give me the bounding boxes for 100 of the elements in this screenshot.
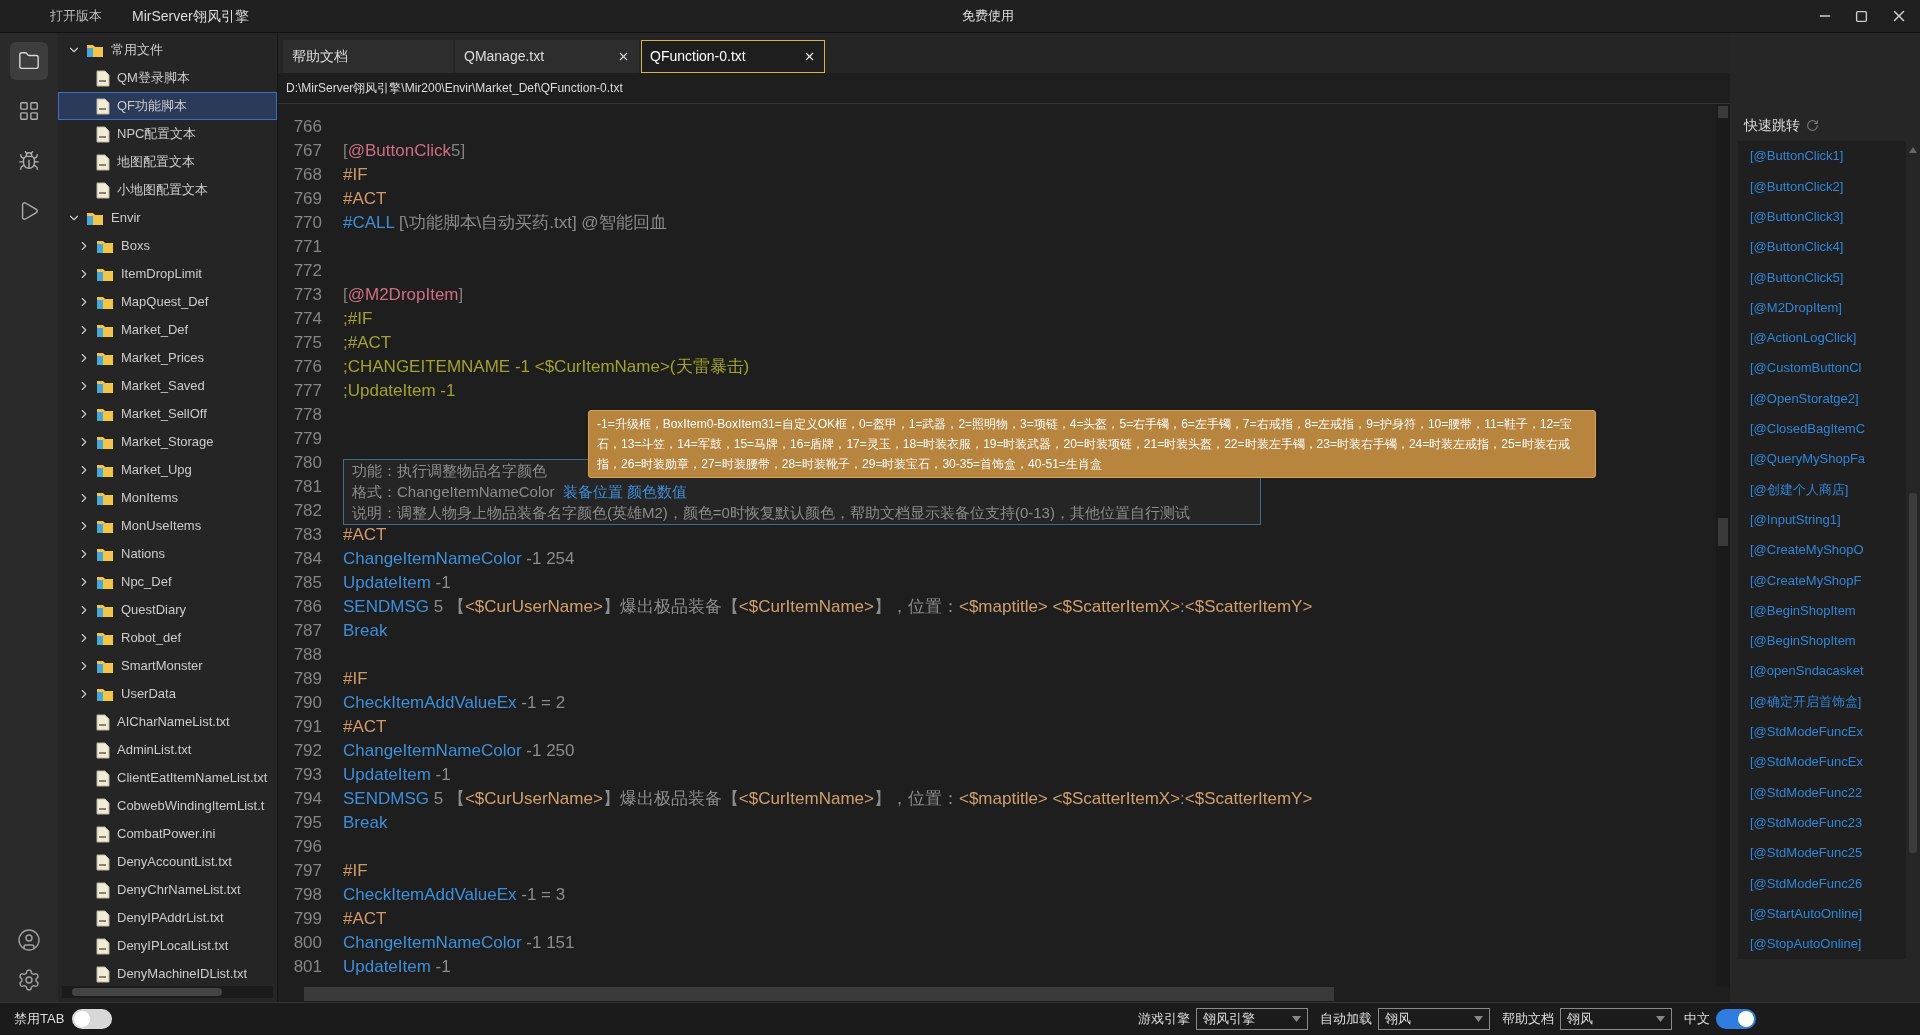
tree-item[interactable]: ItemDropLimit (58, 260, 277, 288)
tree-item[interactable]: MapQuest_Def (58, 288, 277, 316)
folder-icon (96, 406, 114, 422)
jump-link[interactable]: [@ActionLogClick] (1750, 328, 1857, 348)
tree-item[interactable]: MonUseItems (58, 512, 277, 540)
jump-link[interactable]: [@CreateMyShopF (1750, 570, 1862, 591)
tree-item[interactable]: DenyMachineIDList.txt (58, 960, 277, 986)
format-description: 格式：ChangeItemNameColor (352, 482, 555, 502)
tree-item[interactable]: Market_Upg (58, 456, 277, 484)
jump-link[interactable]: [@StdModeFunc22 (1750, 782, 1863, 803)
tree-item[interactable]: Envir (58, 204, 277, 232)
tree-item[interactable]: Market_Storage (58, 428, 277, 456)
jump-link[interactable]: [@ButtonClick3] (1750, 207, 1844, 227)
jump-link[interactable]: [@StopAutoOnline] (1750, 934, 1862, 954)
dropdown[interactable]: 翎风 (1560, 1008, 1672, 1030)
editor-tab[interactable]: QFunction-0.txt (641, 40, 825, 73)
tree-label: QF功能脚本 (117, 97, 188, 116)
jump-link[interactable]: [@StdModeFuncEx (1750, 722, 1863, 742)
caret-icon (1656, 1016, 1665, 1022)
tree-label: Nations (121, 545, 166, 564)
tree-item[interactable]: 小地图配置文本 (58, 176, 277, 204)
line-number: 771 (292, 236, 322, 259)
tree-item[interactable]: Market_Saved (58, 372, 277, 400)
tree-item[interactable]: Market_Def (58, 316, 277, 344)
tree-label: ClientEatItemNameList.txt (117, 769, 268, 788)
jump-link[interactable]: [@ButtonClick1] (1750, 146, 1844, 166)
tree-item[interactable]: 地图配置文本 (58, 148, 277, 176)
dropdown[interactable]: 翎风 (1378, 1008, 1490, 1030)
tree-item[interactable]: CobwebWindingItemList.t (58, 792, 277, 820)
jump-link[interactable]: [@openSndacasket (1750, 661, 1864, 681)
tree-item[interactable]: QM登录脚本 (58, 64, 277, 92)
tree-item[interactable]: AdminList.txt (58, 736, 277, 764)
tree-item[interactable]: DenyAccountList.txt (58, 848, 277, 876)
tree-item[interactable]: Nations (58, 540, 277, 568)
tree-item[interactable]: Npc_Def (58, 568, 277, 596)
tree-item[interactable]: Boxs (58, 232, 277, 260)
tree-item[interactable]: DenyIPLocalList.txt (58, 932, 277, 960)
tree-item[interactable]: MonItems (58, 484, 277, 512)
tree-item[interactable]: DenyChrNameList.txt (58, 876, 277, 904)
jump-link[interactable]: [@M2DropItem] (1750, 297, 1842, 318)
jump-link[interactable]: [@StartAutoOnline] (1750, 903, 1863, 924)
jump-link[interactable]: [@确定开启首饰盒] (1750, 691, 1862, 712)
code-line: [@ButtonClick5] (343, 140, 466, 163)
horizontal-scrollbar[interactable] (62, 986, 273, 998)
close-icon[interactable] (617, 50, 630, 63)
file-path: D:\MirServer翎风引擎\Mir200\Envir\Market_Def\QFunction-0.txt (285, 80, 624, 97)
tree-item[interactable]: QuestDiary (58, 596, 277, 624)
line-number: 777 (292, 380, 322, 403)
jump-link[interactable]: [@StdModeFunc25 (1750, 843, 1863, 863)
jump-link[interactable]: [@CustomButtonCl (1750, 358, 1862, 378)
jump-link[interactable]: [@InputString1] (1750, 509, 1841, 530)
settings-icon[interactable] (17, 968, 41, 992)
select-label: 自动加载 (1320, 1010, 1372, 1029)
tree-label: QuestDiary (121, 601, 187, 620)
refresh-icon[interactable] (1806, 119, 1819, 132)
jump-link[interactable]: [@BeginShopItem (1750, 600, 1856, 621)
jump-link[interactable]: [@ButtonClick4] (1750, 237, 1844, 257)
jump-link[interactable]: [@CreateMyShopO (1750, 540, 1864, 560)
jump-link[interactable]: [@OpenStoratge2] (1750, 388, 1859, 409)
tree-item[interactable]: AICharNameList.txt (58, 708, 277, 736)
editor-tab[interactable]: 帮助文档 (283, 40, 453, 73)
dropdown[interactable]: 翎风引擎 (1196, 1008, 1308, 1030)
activity-button[interactable] (10, 42, 48, 80)
folder-icon (96, 266, 114, 282)
jump-link[interactable]: [@ClosedBagItemC (1750, 419, 1866, 439)
tree-item[interactable]: Robot_def (58, 624, 277, 652)
toggle-switch[interactable] (1716, 1009, 1756, 1029)
jump-link[interactable]: [@ButtonClick5] (1750, 267, 1844, 288)
tree-label: DenyMachineIDList.txt (117, 965, 248, 984)
vertical-scrollbar[interactable] (1716, 104, 1730, 986)
tree-item[interactable]: DenyIPAddrList.txt (58, 904, 277, 932)
editor-tab[interactable]: QManage.txt (455, 40, 639, 73)
jump-link[interactable]: [@ButtonClick2] (1750, 176, 1844, 197)
maximize-icon[interactable] (1855, 9, 1868, 23)
tree-item[interactable]: SmartMonster (58, 652, 277, 680)
tree-item[interactable]: CombatPower.ini (58, 820, 277, 848)
close-icon[interactable] (803, 50, 816, 63)
tree-item[interactable]: NPC配置文本 (58, 120, 277, 148)
tree-label: Market_SellOff (121, 405, 207, 424)
tree-item[interactable]: ClientEatItemNameList.txt (58, 764, 277, 792)
tree-item[interactable]: 常用文件 (58, 36, 277, 64)
file-icon (96, 797, 110, 815)
jump-link[interactable]: [@QueryMyShopFa (1750, 449, 1866, 469)
tree-item[interactable]: Market_Prices (58, 344, 277, 372)
jump-link[interactable]: [@StdModeFunc26 (1750, 873, 1863, 893)
tree-item[interactable]: Market_SellOff (58, 400, 277, 428)
tree-item[interactable]: QF功能脚本 (58, 92, 277, 120)
file-icon (96, 97, 110, 115)
jump-link[interactable]: [@创建个人商店] (1750, 479, 1849, 500)
code-line: SENDMSG 5 【<$CurUserName>】爆出极品装备【<$CurItemName>】，位置：<$maptitle> <$ScatterItemX>:<$ScatterItemY> (343, 596, 1313, 619)
jump-link[interactable]: [@BeginShopItem (1750, 631, 1856, 651)
tree-label: 地图配置文本 (117, 153, 195, 172)
jump-link[interactable]: [@StdModeFunc23 (1750, 812, 1863, 833)
file-icon (96, 125, 110, 143)
code-line: ChangeItemNameColor -1 250 (343, 740, 575, 763)
tree-item[interactable]: UserData (58, 680, 277, 708)
user-icon[interactable] (17, 928, 41, 952)
menu-item[interactable]: 打开版本 (50, 6, 102, 26)
jump-link[interactable]: [@StdModeFuncEx (1750, 752, 1863, 772)
toggle-switch[interactable] (72, 1009, 113, 1029)
